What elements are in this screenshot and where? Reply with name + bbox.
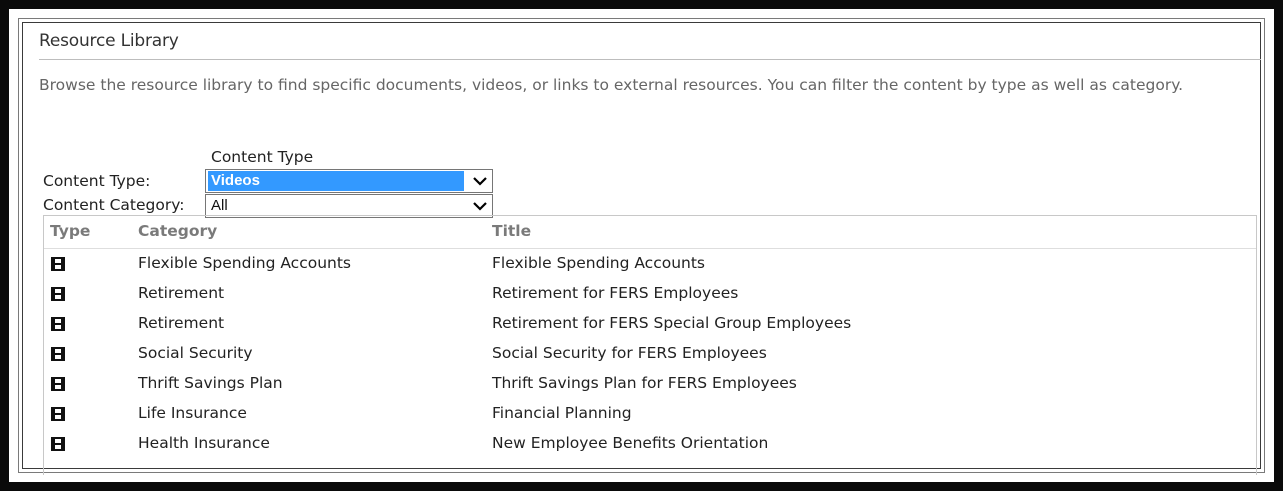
row-title-link[interactable]: Retirement for FERS Employees — [492, 284, 738, 302]
film-icon — [51, 317, 65, 331]
table-row[interactable]: Retirement Retirement for FERS Employees — [44, 279, 1256, 309]
table-row[interactable]: Thrift Savings Plan Thrift Savings Plan … — [44, 369, 1256, 399]
column-header-category[interactable]: Category — [138, 222, 217, 240]
content-category-selected-value: All — [211, 197, 228, 214]
column-header-title[interactable]: Title — [492, 222, 531, 240]
table-row[interactable]: Health Insurance New Employee Benefits O… — [44, 429, 1256, 459]
row-title-link[interactable]: New Employee Benefits Orientation — [492, 434, 768, 452]
content-category-label: Content Category: — [43, 196, 185, 214]
row-title-link[interactable]: Thrift Savings Plan for FERS Employees — [492, 374, 797, 392]
film-icon — [51, 287, 65, 301]
column-header-type[interactable]: Type — [50, 222, 90, 240]
table-row[interactable]: Life Insurance Financial Planning — [44, 399, 1256, 429]
web-part-title: Resource Library — [39, 31, 179, 51]
screenshot-frame: Resource Library Browse the resource lib… — [0, 0, 1283, 491]
row-category: Retirement — [138, 314, 225, 332]
row-category: Flexible Spending Accounts — [138, 254, 352, 272]
chevron-down-icon[interactable] — [470, 197, 490, 215]
film-icon — [51, 437, 65, 451]
resource-library-web-part: Resource Library Browse the resource lib… — [39, 31, 1261, 475]
title-divider — [39, 59, 1261, 60]
film-icon — [51, 257, 65, 271]
content-type-select[interactable]: Videos — [205, 169, 493, 193]
table-row[interactable]: Retirement Retirement for FERS Special G… — [44, 309, 1256, 339]
table-row[interactable]: Flexible Spending Accounts Flexible Spen… — [44, 249, 1256, 279]
row-title-link[interactable]: Financial Planning — [492, 404, 632, 422]
row-title-link[interactable]: Retirement for FERS Special Group Employ… — [492, 314, 851, 332]
row-category: Thrift Savings Plan — [138, 374, 283, 392]
row-category: Social Security — [138, 344, 253, 362]
row-category: Health Insurance — [138, 434, 270, 452]
row-title-link[interactable]: Flexible Spending Accounts — [492, 254, 705, 272]
content-type-selected-value: Videos — [208, 171, 464, 191]
content-type-label: Content Type: — [43, 172, 151, 190]
filter-heading: Content Type — [211, 148, 314, 166]
film-icon — [51, 347, 65, 361]
library-description: Browse the resource library to find spec… — [39, 76, 1184, 94]
row-category: Retirement — [138, 284, 225, 302]
row-category: Life Insurance — [138, 404, 247, 422]
film-icon — [51, 407, 65, 421]
table-row[interactable]: Social Security Social Security for FERS… — [44, 339, 1256, 369]
row-title-link[interactable]: Social Security for FERS Employees — [492, 344, 767, 362]
film-icon — [51, 377, 65, 391]
resource-table: Type Category Title Flexible Spending Ac… — [43, 215, 1257, 475]
chevron-down-icon[interactable] — [470, 172, 490, 190]
